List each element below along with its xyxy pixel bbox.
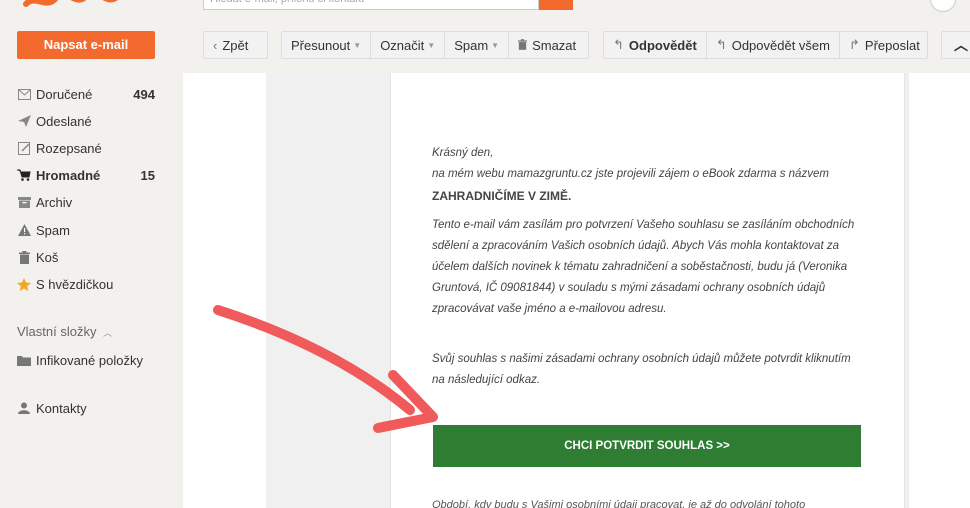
sidebar-item-bulk[interactable]: Hromadné 15: [17, 165, 167, 185]
avatar[interactable]: [930, 0, 956, 12]
forward-icon: ↱: [849, 37, 860, 52]
sidebar-item-drafts[interactable]: Rozepsané: [17, 138, 167, 158]
draft-icon: [17, 141, 31, 155]
reply-toolbar: ↰ Odpovědět ↰ Odpovědět všem ↱ Přeposlat: [603, 31, 928, 59]
back-label: Zpět: [222, 37, 249, 53]
sidebar-item-label: Kontakty: [36, 400, 87, 416]
sidebar-item-sent[interactable]: Odeslané: [17, 111, 167, 131]
archive-icon: [17, 195, 31, 209]
sidebar-item-label: Doručené: [36, 86, 93, 102]
star-icon: [17, 277, 31, 291]
sidebar-item-label: Rozepsané: [36, 140, 102, 156]
caret-down-icon: ▼: [427, 40, 436, 50]
forward-label: Přeposlat: [864, 37, 920, 53]
search-button[interactable]: [539, 0, 573, 10]
spam-label: Spam: [454, 37, 489, 53]
inbox-icon: [17, 87, 31, 101]
trash-icon: [518, 38, 528, 53]
mark-label: Označit: [380, 37, 425, 53]
caret-down-icon: ▼: [353, 40, 362, 50]
sidebar-item-label: Koš: [36, 249, 59, 265]
email-intro: na mém webu mamazgruntu.cz jste projevil…: [432, 168, 829, 180]
collapse-button[interactable]: ︿: [941, 31, 970, 59]
back-button[interactable]: ‹ Zpět: [203, 31, 268, 59]
sidebar-item-label: Archiv: [36, 194, 73, 210]
delete-button[interactable]: Smazat: [509, 32, 585, 58]
person-icon: [17, 401, 31, 415]
send-icon: [17, 114, 31, 128]
email-paragraph-confirm: Svůj souhlas s našimi zásadami ochrany o…: [432, 353, 851, 386]
warning-icon: [17, 223, 31, 237]
unread-count: 494: [133, 86, 155, 102]
sidebar-item-label: Odeslané: [36, 113, 92, 129]
move-button[interactable]: Přesunout ▼: [282, 32, 372, 58]
unread-count: 15: [140, 167, 155, 183]
cart-icon: [17, 168, 31, 182]
sidebar-item-archive[interactable]: Archiv: [17, 192, 167, 212]
reply-all-icon: ↰: [715, 37, 727, 52]
reply-button[interactable]: ↰ Odpovědět: [604, 32, 707, 58]
back-segment: ‹ Zpět: [204, 32, 257, 58]
caret-down-icon: ▼: [491, 40, 500, 50]
email-footer-text: Období, kdy budu s Vašimi osobními údaji…: [432, 499, 806, 508]
reply-icon: ↰: [613, 37, 624, 52]
delete-label: Smazat: [532, 37, 577, 53]
sidebar-item-spam[interactable]: Spam: [17, 220, 167, 240]
sidebar-item-contacts[interactable]: Kontakty: [17, 398, 167, 418]
sidebar: Napsat e-mail Doručené 494 Odeslané Roze…: [0, 0, 183, 508]
email-paragraph-consent: Tento e-mail vám zasílám pro potvrzení V…: [432, 219, 855, 315]
confirm-consent-button[interactable]: CHCI POTVRDIT SOUHLAS >>: [433, 425, 861, 467]
custom-folders-label: Vlastní složky: [17, 324, 97, 339]
folder-icon: [17, 353, 31, 367]
sidebar-item-label: S hvězdičkou: [36, 276, 114, 292]
reply-all-button[interactable]: ↰ Odpovědět všem: [707, 32, 840, 58]
chevron-up-icon: ︿: [103, 328, 113, 338]
logo[interactable]: [22, 0, 140, 16]
sidebar-item-label: Hromadné: [36, 167, 101, 183]
spam-button[interactable]: Spam ▼: [445, 32, 510, 58]
sidebar-item-inbox[interactable]: Doručené 494: [17, 84, 167, 104]
email-greeting: Krásný den,: [432, 147, 494, 159]
custom-folders-title[interactable]: Vlastní složky ︿: [17, 324, 112, 339]
sidebar-item-trash[interactable]: Koš: [17, 247, 167, 267]
compose-button[interactable]: Napsat e-mail: [17, 31, 155, 59]
chevron-left-icon: ‹: [213, 37, 218, 53]
sidebar-item-starred[interactable]: S hvězdičkou: [17, 274, 167, 294]
sidebar-item-label: Infikované položky: [36, 352, 143, 368]
reply-label: Odpovědět: [628, 37, 697, 53]
reply-all-label: Odpovědět všem: [731, 37, 830, 53]
mark-button[interactable]: Označit ▼: [371, 32, 446, 58]
actions-toolbar: Přesunout ▼ Označit ▼ Spam ▼ Smazat: [281, 31, 589, 59]
move-label: Přesunout: [291, 37, 351, 53]
chevron-up-icon: ︿: [954, 37, 968, 53]
sidebar-item-infected[interactable]: Infikované položky: [17, 350, 167, 370]
trash-icon: [17, 250, 31, 264]
sidebar-item-label: Spam: [36, 222, 70, 238]
forward-button[interactable]: ↱ Přeposlat: [840, 32, 929, 58]
search-input[interactable]: Hledat e-mail, přílohu či kontakt: [203, 0, 539, 10]
email-book-title: ZAHRADNIČÍME V ZIMĚ.: [432, 189, 572, 203]
